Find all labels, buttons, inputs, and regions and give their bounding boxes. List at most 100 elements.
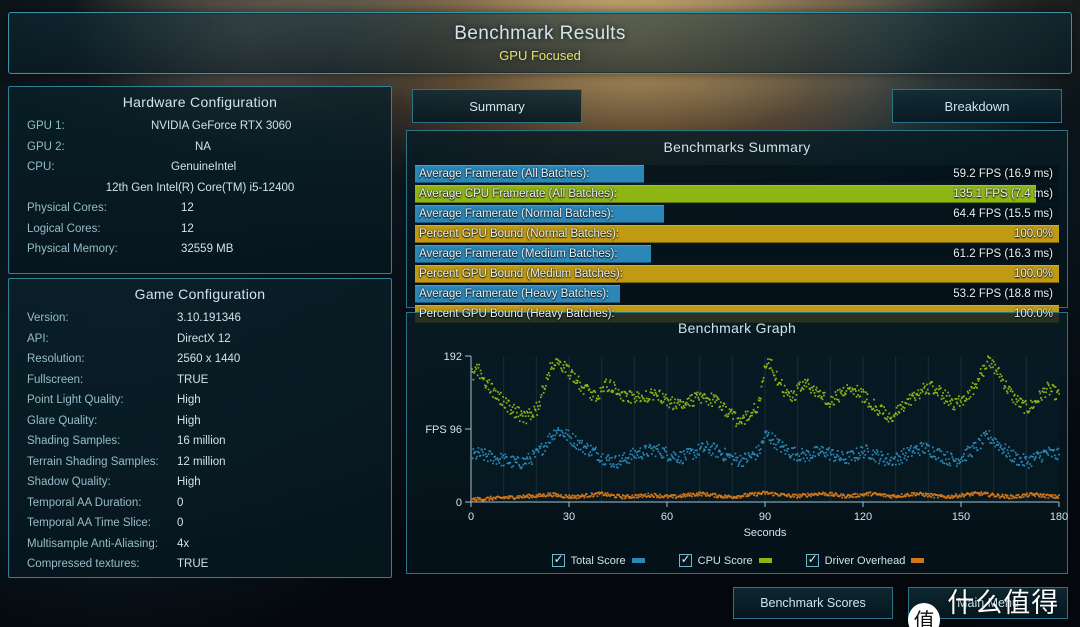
data-point bbox=[791, 447, 793, 449]
data-point bbox=[751, 453, 753, 455]
data-point bbox=[624, 495, 626, 497]
data-point bbox=[571, 432, 574, 435]
data-point bbox=[1006, 449, 1009, 452]
data-point bbox=[629, 453, 631, 456]
data-point bbox=[647, 399, 650, 402]
data-point bbox=[483, 459, 486, 461]
data-point bbox=[992, 360, 995, 363]
data-point bbox=[489, 495, 492, 498]
data-point bbox=[584, 453, 586, 455]
data-point bbox=[697, 443, 700, 446]
legend-checkbox[interactable] bbox=[551, 552, 565, 567]
data-point bbox=[508, 404, 511, 407]
data-point bbox=[848, 388, 851, 390]
data-point bbox=[1016, 496, 1018, 499]
data-point bbox=[959, 399, 962, 402]
benchmark-scores-button[interactable]: Benchmark Scores bbox=[733, 587, 893, 619]
data-point bbox=[572, 444, 575, 447]
data-point bbox=[771, 491, 774, 494]
data-point bbox=[984, 434, 986, 437]
data-point bbox=[529, 494, 531, 496]
data-point bbox=[884, 464, 886, 467]
data-point bbox=[611, 456, 613, 459]
data-point bbox=[622, 460, 625, 462]
data-point bbox=[576, 439, 579, 442]
data-point bbox=[627, 401, 630, 403]
data-point bbox=[726, 454, 729, 457]
data-point bbox=[865, 391, 867, 394]
data-point bbox=[579, 381, 581, 384]
data-point bbox=[970, 493, 973, 496]
data-point bbox=[998, 367, 1000, 369]
tab-breakdown[interactable]: Breakdown bbox=[892, 89, 1062, 123]
data-point bbox=[901, 461, 904, 464]
data-point bbox=[946, 400, 949, 403]
data-point bbox=[575, 497, 578, 500]
main-menu-button[interactable]: Main Menu bbox=[908, 587, 1068, 619]
data-point bbox=[804, 494, 807, 496]
legend-item[interactable]: Total Score bbox=[551, 552, 645, 567]
data-point bbox=[556, 362, 559, 364]
data-point bbox=[987, 438, 990, 440]
hardware-row-gpu2: GPU 2: NA bbox=[27, 137, 373, 158]
data-point bbox=[1000, 495, 1003, 498]
tab-summary[interactable]: Summary bbox=[412, 89, 582, 123]
data-point bbox=[855, 390, 857, 392]
data-point bbox=[924, 447, 927, 449]
data-point bbox=[706, 440, 708, 443]
data-point bbox=[575, 447, 578, 450]
data-point bbox=[563, 435, 566, 438]
data-point bbox=[714, 401, 716, 404]
data-point bbox=[576, 382, 578, 384]
data-point bbox=[940, 450, 943, 453]
hardware-row-physical-cores: Physical Cores: 12 bbox=[27, 198, 373, 219]
data-point bbox=[779, 381, 782, 384]
data-point bbox=[569, 497, 572, 499]
data-point bbox=[571, 444, 573, 447]
data-point bbox=[669, 494, 672, 496]
data-point bbox=[964, 400, 967, 402]
data-point bbox=[691, 448, 694, 451]
data-point bbox=[750, 456, 753, 459]
legend-item[interactable]: Driver Overhead bbox=[805, 552, 925, 567]
data-point bbox=[553, 494, 555, 497]
data-point bbox=[877, 453, 880, 456]
legend-checkbox[interactable] bbox=[805, 552, 819, 567]
data-point bbox=[618, 454, 621, 457]
data-point bbox=[847, 451, 849, 453]
data-point bbox=[737, 465, 740, 467]
data-point bbox=[1047, 497, 1050, 499]
data-point bbox=[958, 494, 961, 496]
data-point bbox=[956, 402, 959, 405]
data-point bbox=[795, 454, 798, 456]
data-point bbox=[742, 414, 745, 417]
data-point bbox=[950, 402, 952, 405]
data-point bbox=[902, 410, 905, 412]
data-point bbox=[577, 375, 580, 378]
data-point bbox=[689, 492, 692, 495]
data-point bbox=[599, 387, 602, 389]
data-point bbox=[498, 462, 501, 464]
data-point bbox=[606, 459, 608, 462]
data-point bbox=[521, 415, 524, 417]
legend-checkbox[interactable] bbox=[678, 552, 692, 567]
data-point bbox=[758, 449, 761, 452]
data-point bbox=[892, 420, 894, 422]
data-point bbox=[530, 461, 533, 463]
data-point bbox=[1020, 496, 1023, 499]
game-config-row: Fullscreen: TRUE bbox=[27, 370, 373, 391]
legend-item[interactable]: CPU Score bbox=[678, 552, 772, 567]
data-point bbox=[559, 495, 562, 498]
data-point bbox=[855, 496, 858, 498]
data-point bbox=[739, 454, 742, 457]
header-banner: Benchmark Results GPU Focused bbox=[8, 12, 1072, 74]
data-point bbox=[1009, 390, 1012, 392]
data-point bbox=[784, 453, 787, 455]
data-point bbox=[545, 442, 547, 444]
data-point bbox=[909, 397, 912, 400]
data-point bbox=[815, 493, 818, 495]
data-point bbox=[1041, 390, 1044, 393]
data-point bbox=[604, 492, 607, 494]
y-tick-label: FPS 96 bbox=[425, 424, 462, 436]
data-point bbox=[836, 450, 839, 452]
